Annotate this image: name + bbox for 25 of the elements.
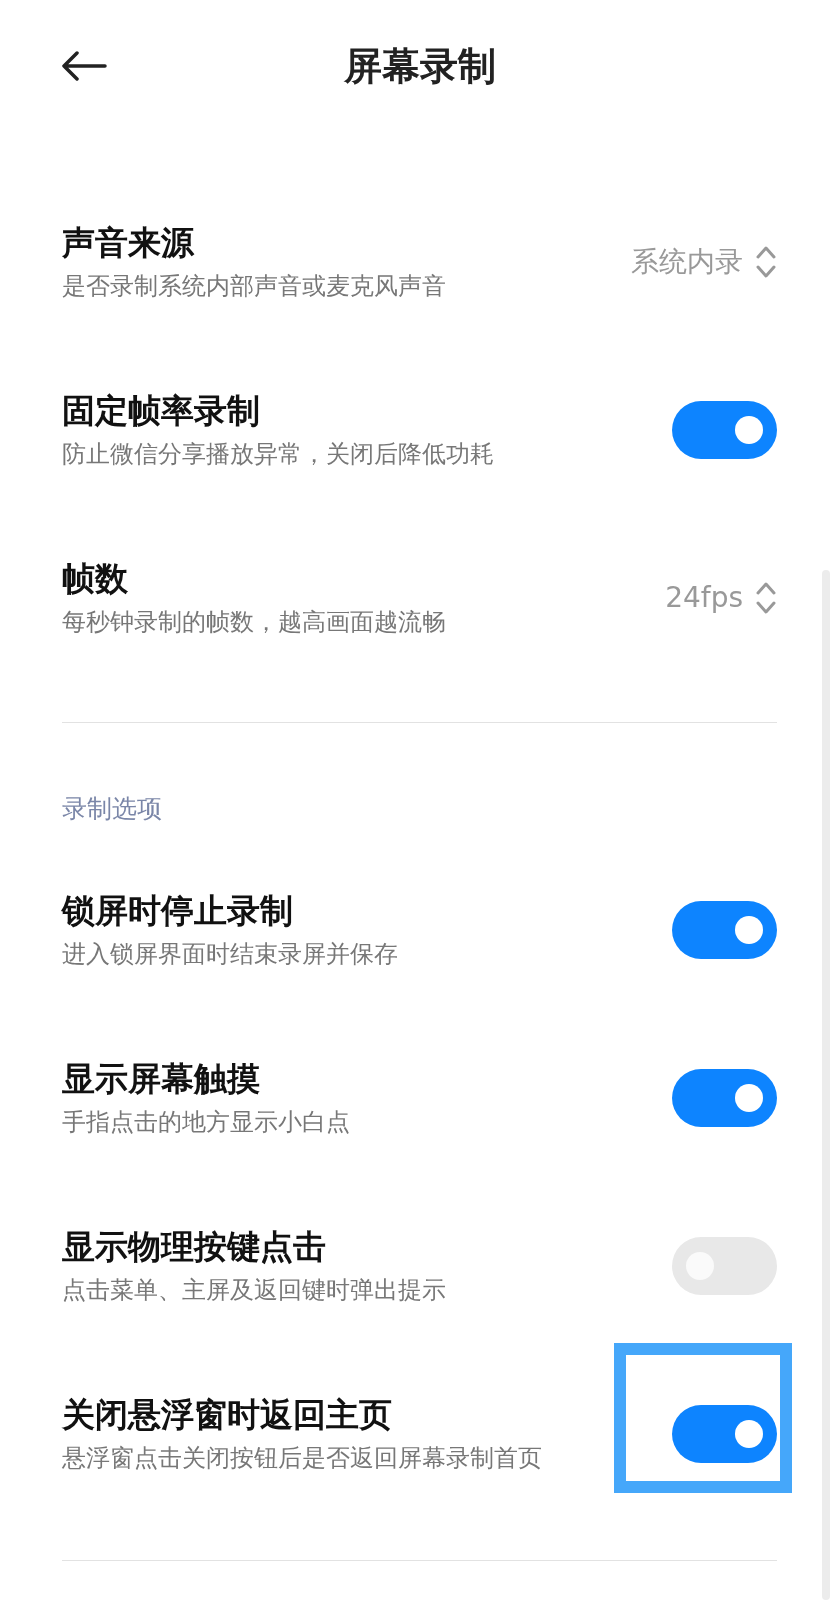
value-selector[interactable]: 24fps — [665, 580, 777, 616]
value-selector[interactable]: 系统内录 — [631, 244, 777, 280]
up-down-chevron-icon — [755, 245, 777, 279]
toggle-switch[interactable] — [672, 1069, 777, 1127]
setting-description: 防止微信分享播放异常，关闭后降低功耗 — [62, 439, 494, 470]
back-icon[interactable] — [60, 48, 108, 84]
setting-description: 进入锁屏界面时结束录屏并保存 — [62, 939, 398, 970]
toggle-switch[interactable] — [672, 1405, 777, 1463]
setting-description: 点击菜单、主屏及返回键时弹出提示 — [62, 1275, 446, 1306]
setting-title: 声音来源 — [62, 222, 194, 264]
setting-title: 显示物理按键点击 — [62, 1226, 326, 1268]
setting-title: 固定帧率录制 — [62, 390, 260, 432]
toggle-switch[interactable] — [672, 901, 777, 959]
setting-description: 悬浮窗点击关闭按钮后是否返回屏幕录制首页 — [62, 1443, 542, 1474]
setting-description: 是否录制系统内部声音或麦克风声音 — [62, 271, 446, 302]
setting-title: 显示屏幕触摸 — [62, 1058, 260, 1100]
setting-title: 锁屏时停止录制 — [62, 890, 293, 932]
setting-description: 手指点击的地方显示小白点 — [62, 1107, 350, 1138]
page-title: 屏幕录制 — [343, 43, 496, 90]
section-label: 录制选项 — [62, 793, 162, 825]
up-down-chevron-icon — [755, 581, 777, 615]
setting-title: 关闭悬浮窗时返回主页 — [62, 1394, 392, 1436]
setting-title: 帧数 — [62, 558, 128, 600]
toggle-switch[interactable] — [672, 401, 777, 459]
setting-description: 每秒钟录制的帧数，越高画面越流畅 — [62, 607, 446, 638]
